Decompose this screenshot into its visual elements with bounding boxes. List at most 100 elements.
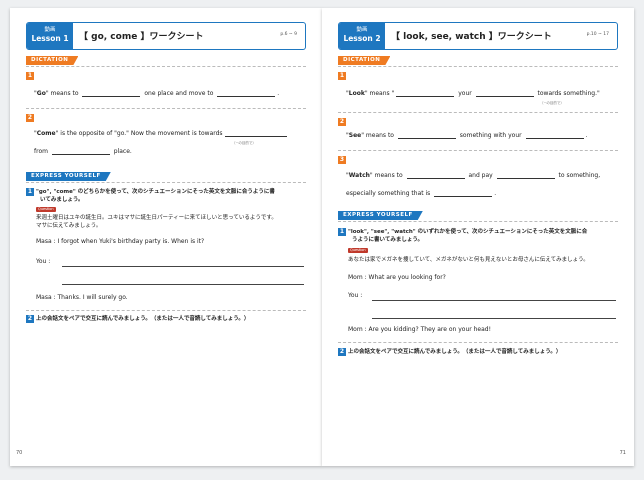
text: means to	[372, 172, 405, 179]
exercise-number: 2	[26, 315, 34, 323]
blank-field[interactable]	[82, 90, 141, 97]
question-number: 2	[338, 118, 346, 126]
blank-field[interactable]	[406, 172, 465, 179]
dialogue-line: Mom : What are you looking for?	[348, 274, 446, 281]
answer-line[interactable]	[372, 318, 616, 319]
keyword: Go	[36, 90, 46, 97]
text: from	[34, 148, 50, 155]
hint-note: （~の目的で）	[540, 101, 564, 105]
blank-field[interactable]	[434, 190, 493, 197]
divider	[338, 221, 618, 222]
left-page: 動画 Lesson 1 【 go, come 】ワークシート p.6 ~ 9 D…	[10, 8, 322, 466]
blank-field[interactable]	[224, 130, 287, 137]
lesson-header: 動画 Lesson 2 【 look, see, watch 】ワークシート p…	[338, 22, 618, 50]
dictation-line: "Come" is the opposite of "go." Now the …	[34, 130, 289, 137]
lesson-header: 動画 Lesson 1 【 go, come 】ワークシート p.6 ~ 9	[26, 22, 306, 50]
question-number: 1	[338, 72, 346, 80]
question-number: 3	[338, 156, 346, 164]
lesson-badge: 動画 Lesson 2	[339, 23, 385, 49]
right-page: 動画 Lesson 2 【 look, see, watch 】ワークシート p…	[322, 8, 634, 466]
page-number: 70	[16, 450, 23, 456]
worksheet-title: 【 go, come 】ワークシート	[79, 32, 204, 42]
question-tag: Question	[36, 207, 56, 212]
page-reference: p.10 ~ 17	[586, 32, 609, 37]
divider	[26, 66, 306, 67]
blank-field[interactable]	[397, 132, 456, 139]
keyword: Look	[348, 90, 365, 97]
text: means to	[364, 132, 396, 139]
instruction: 上の会話文をペアで交互に読んでみましょう。（または一人で音読してみましょう。）	[36, 316, 250, 322]
dictation-line: from place.	[34, 148, 132, 155]
lesson-badge: 動画 Lesson 1	[27, 23, 73, 49]
question-number: 1	[26, 72, 34, 80]
answer-line[interactable]	[372, 300, 616, 301]
page-number: 71	[619, 450, 626, 456]
express-yourself-tab: EXPRESS YOURSELF	[26, 172, 111, 181]
divider	[26, 310, 306, 311]
exercise-number: 1	[338, 228, 346, 236]
badge-top: 動画	[356, 27, 368, 33]
instruction: "go", "come" のどちらかを使って、次のシチュエーションにそった英文を…	[36, 189, 275, 195]
question-number: 2	[26, 114, 34, 122]
text: especially something that is	[346, 190, 433, 197]
blank-field[interactable]	[496, 172, 555, 179]
badge-top: 動画	[44, 27, 56, 33]
dictation-line: "Go" means to one place and move to .	[34, 90, 280, 97]
situation-text: マサに伝えてみましょう。	[36, 223, 102, 229]
dictation-line: "See" means to something with your .	[346, 132, 588, 139]
dialogue-line: Masa : I forgot when Yuki's birthday par…	[36, 238, 205, 245]
dictation-tab: DICTATION	[338, 56, 390, 65]
text: and pay	[466, 172, 495, 179]
divider	[338, 66, 618, 67]
text: towards something."	[535, 90, 600, 97]
answer-line[interactable]	[62, 266, 304, 267]
dialogue-line: Mom : Are you kidding? They are on your …	[348, 326, 492, 333]
situation-text: 来週土曜日はユキの誕生日。ユキはマサに誕生日パーティーに来てほしいと思っているよ…	[36, 215, 277, 221]
text: .	[585, 132, 588, 139]
hint-note: （~の目的で）	[232, 141, 256, 145]
keyword: Come	[36, 130, 56, 137]
text: means "	[367, 90, 395, 97]
keyword: See	[348, 132, 362, 139]
divider	[26, 108, 306, 109]
badge-lesson: Lesson 2	[343, 34, 381, 43]
text: your	[456, 90, 474, 97]
text: something with your	[457, 132, 524, 139]
divider	[338, 342, 618, 343]
instruction: 上の会話文をペアで交互に読んでみましょう。（または一人で音読してみましょう。）	[348, 349, 562, 355]
blank-field[interactable]	[217, 90, 276, 97]
dictation-line: especially something that is .	[346, 190, 496, 197]
text: place.	[111, 148, 132, 155]
divider	[338, 112, 618, 113]
blank-field[interactable]	[51, 148, 110, 155]
express-yourself-tab: EXPRESS YOURSELF	[338, 211, 423, 220]
instruction: "look", "see", "watch" のいずれかを使って、次のシチュエー…	[348, 229, 588, 235]
instruction: いてみましょう。	[40, 197, 84, 203]
exercise-number: 2	[338, 348, 346, 356]
text: to something,	[556, 172, 601, 179]
dialogue-label: You :	[36, 258, 51, 265]
blank-field[interactable]	[475, 90, 534, 97]
answer-line[interactable]	[62, 284, 304, 285]
badge-lesson: Lesson 1	[31, 34, 69, 43]
dictation-line: "Look" means " your towards something."	[346, 90, 600, 97]
text: is the opposite of "go." Now the movemen…	[58, 130, 223, 137]
text: means to	[48, 90, 81, 97]
keyword: Watch	[348, 172, 370, 179]
dialogue-label: You :	[348, 292, 363, 299]
situation-text: あなたは家でメガネを捜していて、メガネがないと何も見えないとお母さんに伝えてみま…	[348, 257, 589, 263]
blank-field[interactable]	[396, 90, 455, 97]
exercise-number: 1	[26, 188, 34, 196]
dictation-tab: DICTATION	[26, 56, 78, 65]
instruction: うように書いてみましょう。	[352, 237, 424, 243]
dictation-line: "Watch" means to and pay to something,	[346, 172, 601, 179]
divider	[338, 150, 618, 151]
blank-field[interactable]	[525, 132, 584, 139]
dialogue-line: Masa : Thanks. I will surely go.	[36, 294, 128, 301]
text: .	[494, 190, 497, 197]
text: one place and move to	[142, 90, 216, 97]
divider	[26, 182, 306, 183]
question-tag: Question	[348, 248, 368, 253]
worksheet-title: 【 look, see, watch 】ワークシート	[391, 32, 552, 42]
page-reference: p.6 ~ 9	[280, 32, 297, 37]
